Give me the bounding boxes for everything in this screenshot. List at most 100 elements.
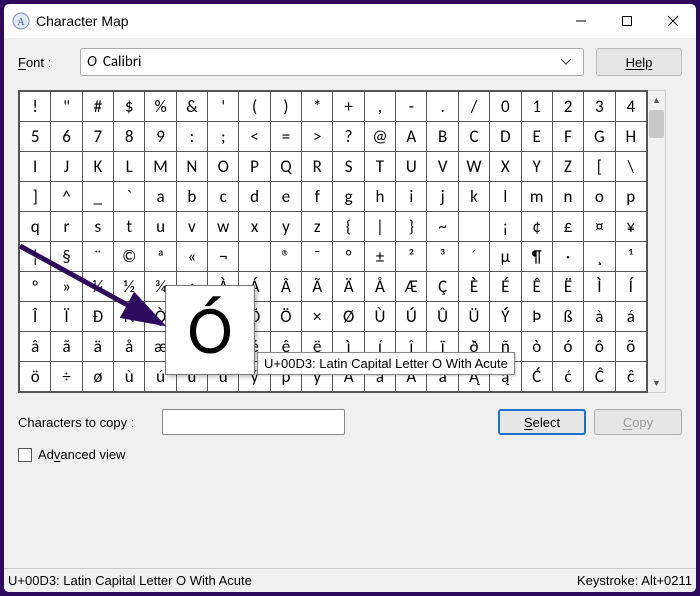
character-cell[interactable]: ­ (239, 242, 270, 272)
character-cell[interactable]: ® (270, 242, 301, 272)
character-cell[interactable]: ; (208, 122, 239, 152)
character-cell[interactable]: ! (20, 92, 51, 122)
character-cell[interactable]: | (364, 212, 395, 242)
character-cell[interactable]: ÷ (51, 362, 82, 392)
character-cell[interactable]: Ç (427, 272, 458, 302)
scroll-down-icon[interactable]: ▼ (648, 374, 665, 392)
character-cell[interactable]: F (552, 122, 583, 152)
character-cell[interactable]: Ć (521, 362, 552, 392)
character-cell[interactable]: Ñ (114, 302, 145, 332)
character-cell[interactable]: Ä (333, 272, 364, 302)
character-cell[interactable]: w (208, 212, 239, 242)
character-cell[interactable]: 7 (82, 122, 113, 152)
character-cell[interactable]: T (364, 152, 395, 182)
character-cell[interactable]: H (615, 122, 646, 152)
character-cell[interactable]: ¹ (615, 242, 646, 272)
character-cell[interactable]: È (458, 272, 489, 302)
character-cell[interactable]: q (20, 212, 51, 242)
character-cell[interactable]: ~ (427, 212, 458, 242)
character-cell[interactable]: L (114, 152, 145, 182)
character-cell[interactable]: 5 (20, 122, 51, 152)
character-cell[interactable]: i (396, 182, 427, 212)
character-cell[interactable]: { (333, 212, 364, 242)
character-cell[interactable]: ° (333, 242, 364, 272)
character-cell[interactable]: 9 (145, 122, 176, 152)
character-cell[interactable]: + (333, 92, 364, 122)
close-button[interactable] (650, 4, 696, 38)
character-cell[interactable]: ) (270, 92, 301, 122)
character-cell[interactable]: @ (364, 122, 395, 152)
character-cell[interactable]: ô (584, 332, 615, 362)
character-cell[interactable]: 0 (490, 92, 521, 122)
character-cell[interactable]: m (521, 182, 552, 212)
character-cell[interactable]: ¤ (584, 212, 615, 242)
character-cell[interactable]: ª (145, 242, 176, 272)
character-cell[interactable]: G (584, 122, 615, 152)
font-dropdown[interactable]: O Calibri (80, 48, 584, 76)
character-cell[interactable]: g (333, 182, 364, 212)
character-cell[interactable]: S (333, 152, 364, 182)
character-cell[interactable]: « (176, 242, 207, 272)
character-cell[interactable]: ć (552, 362, 583, 392)
character-cell[interactable]: e (270, 182, 301, 212)
character-cell[interactable]: v (176, 212, 207, 242)
character-cell[interactable]: ' (208, 92, 239, 122)
character-cell[interactable]: : (176, 122, 207, 152)
character-cell[interactable]: Û (427, 302, 458, 332)
character-cell[interactable]: Ú (396, 302, 427, 332)
character-cell[interactable]: à (584, 302, 615, 332)
advanced-view-checkbox[interactable] (18, 448, 32, 462)
character-cell[interactable]: ò (521, 332, 552, 362)
character-cell[interactable]: u (145, 212, 176, 242)
character-cell[interactable]: 4 (615, 92, 646, 122)
character-cell[interactable]: < (239, 122, 270, 152)
character-cell[interactable]: © (114, 242, 145, 272)
character-cell[interactable]: ä (82, 332, 113, 362)
character-cell[interactable]: D (490, 122, 521, 152)
character-cell[interactable]: & (176, 92, 207, 122)
character-cell[interactable]: $ (114, 92, 145, 122)
character-cell[interactable]: R (302, 152, 333, 182)
character-cell[interactable]: £ (552, 212, 583, 242)
character-cell[interactable]: h (364, 182, 395, 212)
character-cell[interactable]: E (521, 122, 552, 152)
character-cell[interactable]: p (615, 182, 646, 212)
character-cell[interactable]: 3 (584, 92, 615, 122)
character-cell[interactable]: Æ (396, 272, 427, 302)
character-cell[interactable]: ] (20, 182, 51, 212)
character-cell[interactable]: » (51, 272, 82, 302)
character-cell[interactable]: Ù (364, 302, 395, 332)
character-cell[interactable]: I (20, 152, 51, 182)
character-cell[interactable]: = (270, 122, 301, 152)
character-cell[interactable]: } (396, 212, 427, 242)
character-cell[interactable]: y (270, 212, 301, 242)
character-cell[interactable]: ½ (114, 272, 145, 302)
character-cell[interactable]: § (51, 242, 82, 272)
character-cell[interactable]: á (615, 302, 646, 332)
character-cell[interactable]: O (208, 152, 239, 182)
character-cell[interactable]: õ (615, 332, 646, 362)
character-cell[interactable]: Ð (82, 302, 113, 332)
character-cell[interactable]: å (114, 332, 145, 362)
character-cell[interactable]: U (396, 152, 427, 182)
character-cell[interactable]: ^ (51, 182, 82, 212)
character-cell[interactable]: B (427, 122, 458, 152)
character-cell[interactable]: Ê (521, 272, 552, 302)
character-cell[interactable]: Ø (333, 302, 364, 332)
scroll-up-icon[interactable]: ▲ (648, 91, 665, 109)
character-cell[interactable]: a (145, 182, 176, 212)
character-cell[interactable]: ß (552, 302, 583, 332)
character-cell[interactable]: ± (364, 242, 395, 272)
character-cell[interactable]: k (458, 182, 489, 212)
copy-button[interactable]: Copy (594, 409, 682, 435)
character-cell[interactable]: Q (270, 152, 301, 182)
character-cell[interactable]: Ĉ (584, 362, 615, 392)
character-cell[interactable]: r (51, 212, 82, 242)
character-cell[interactable]: j (427, 182, 458, 212)
character-cell[interactable]: \ (615, 152, 646, 182)
character-cell[interactable]: ù (114, 362, 145, 392)
characters-to-copy-input[interactable] (162, 409, 345, 435)
character-cell[interactable]: ´ (458, 242, 489, 272)
character-cell[interactable]: n (552, 182, 583, 212)
character-cell[interactable]: ¬ (208, 242, 239, 272)
